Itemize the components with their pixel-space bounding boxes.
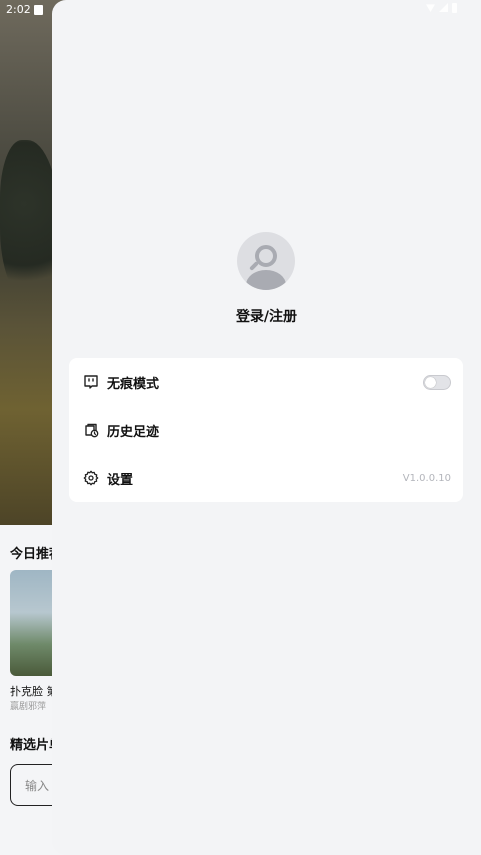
incognito-toggle[interactable] xyxy=(423,374,451,390)
menu-item-history[interactable]: 历史足迹 xyxy=(69,406,463,454)
signal-icon xyxy=(439,3,448,12)
toggle-knob xyxy=(425,376,436,388)
recommend-card-title: 扑克脸 第 xyxy=(10,685,58,698)
recommend-card-subtitle: 赢剧邪萍 xyxy=(10,702,47,712)
menu-item-label: 设置 xyxy=(107,472,134,488)
status-time: 2:02 xyxy=(6,3,31,16)
hero-tree-silhouette xyxy=(0,140,60,300)
menu-item-label: 无痕模式 xyxy=(107,376,160,392)
notification-icon xyxy=(34,5,43,15)
menu-item-label: 历史足迹 xyxy=(107,424,160,440)
history-icon xyxy=(85,423,99,438)
avatar[interactable] xyxy=(237,232,295,290)
login-register-link[interactable]: 登录/注册 xyxy=(52,306,481,326)
side-drawer: 登录/注册 无痕模式 历史足迹 设置 V1.0.0.10 xyxy=(52,0,481,855)
status-icons xyxy=(426,3,457,13)
incognito-icon xyxy=(84,375,98,389)
avatar-body-shape xyxy=(246,270,286,290)
version-text: V1.0.0.10 xyxy=(402,472,451,484)
wifi-icon xyxy=(426,4,435,12)
avatar-search-handle xyxy=(249,261,259,271)
menu-card: 无痕模式 历史足迹 设置 V1.0.0.10 xyxy=(69,358,463,502)
menu-item-incognito[interactable]: 无痕模式 xyxy=(69,358,463,406)
battery-icon xyxy=(452,3,457,13)
menu-item-settings[interactable]: 设置 V1.0.0.10 xyxy=(69,454,463,502)
gear-icon xyxy=(83,470,99,486)
